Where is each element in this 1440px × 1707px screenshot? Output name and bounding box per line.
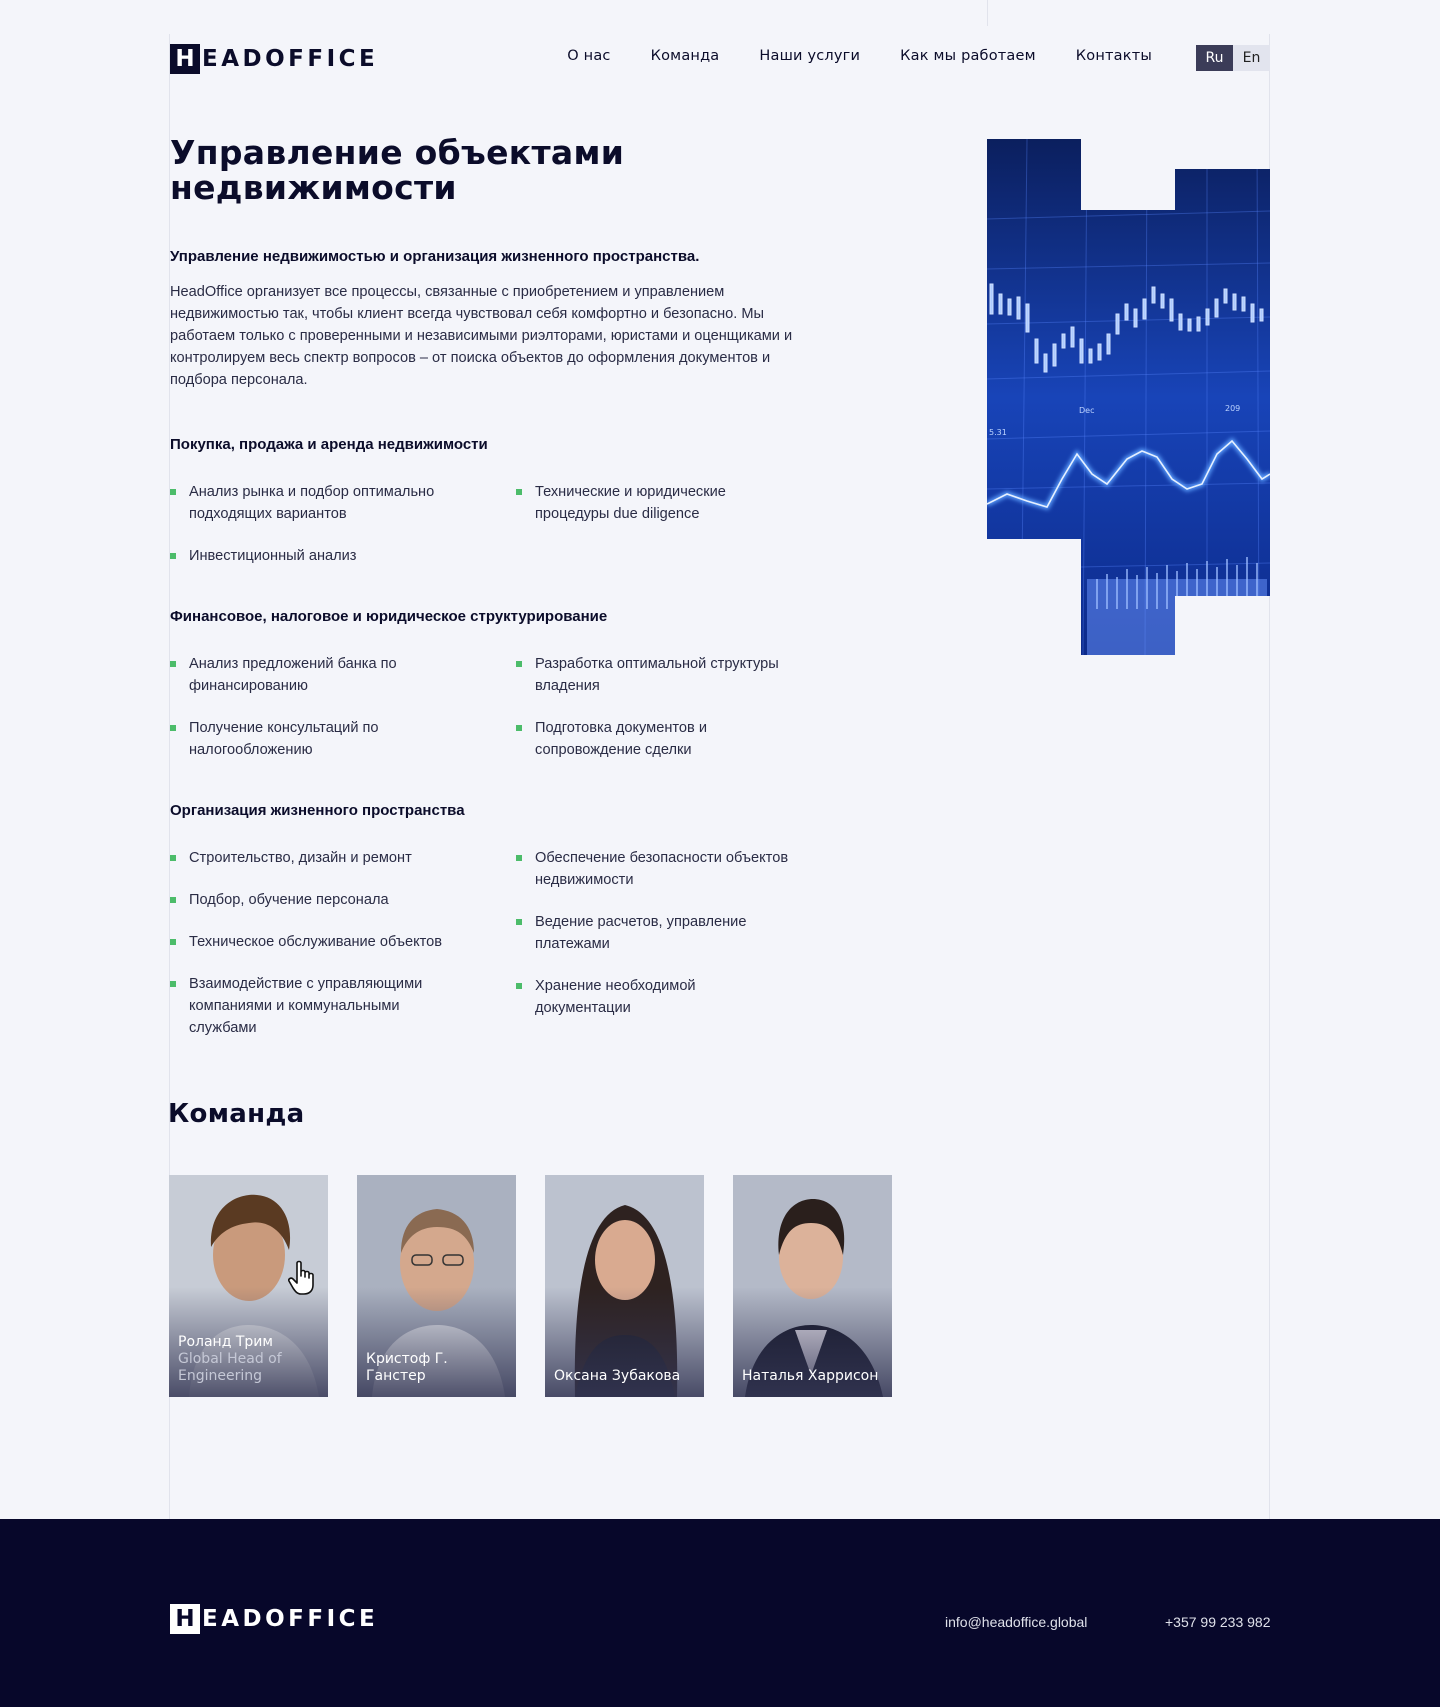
member-name: Наталья Харрисон xyxy=(742,1368,879,1384)
logo-text: EADOFFICE xyxy=(202,1606,379,1632)
main-content: Управление объектами недвижимости Управл… xyxy=(170,135,890,1039)
list-item: Техническое обслуживание объектов xyxy=(170,931,516,953)
list-item: Подбор, обучение персонала xyxy=(170,889,516,911)
footer-phone-link[interactable]: +357 99 233 982 xyxy=(1165,1614,1271,1630)
hand-cursor-icon xyxy=(288,1260,314,1295)
bullet-icon xyxy=(516,983,522,989)
bullet-icon xyxy=(170,553,176,559)
list-item: Получение консультаций по налогообложени… xyxy=(170,717,516,761)
bullet-icon xyxy=(516,489,522,495)
page-title: Управление объектами недвижимости xyxy=(170,133,625,207)
list-item: Подготовка документов и сопровождение сд… xyxy=(516,717,816,761)
bullet-icon xyxy=(170,981,176,987)
bullet-icon xyxy=(516,725,522,731)
member-name: Кристоф Г. Ганстер xyxy=(366,1351,448,1384)
bullet-icon xyxy=(516,661,522,667)
nav-how-we-work[interactable]: Как мы работаем xyxy=(900,48,1036,64)
member-name: Оксана Зубакова xyxy=(554,1368,681,1384)
list-item: Анализ рынка и подбор оптимально подходя… xyxy=(170,481,516,525)
list-item: Обеспечение безопасности объектов недвиж… xyxy=(516,847,816,891)
team-card[interactable]: Наталья Харрисон xyxy=(733,1175,892,1397)
team-grid: Роланд Трим Global Head of Engineering К… xyxy=(169,1175,892,1397)
logo-text: EADOFFICE xyxy=(202,46,379,72)
section-structuring: Финансовое, налоговое и юридическое стру… xyxy=(170,608,890,761)
list-item: Хранение необходимой документации xyxy=(516,975,816,1019)
bullet-icon xyxy=(170,725,176,731)
chart-label-month: Dec xyxy=(1079,406,1094,415)
section-title: Организация жизненного пространства xyxy=(170,802,465,819)
site-header: H EADOFFICE О нас Команда Наши услуги Ка… xyxy=(170,40,1270,76)
footer-email-link[interactable]: info@headoffice.global xyxy=(945,1614,1087,1630)
logo-mark: H xyxy=(170,1604,200,1634)
bullet-icon xyxy=(170,661,176,667)
bullet-icon xyxy=(516,855,522,861)
list-item: Инвестиционный анализ xyxy=(170,545,516,567)
list-item: Технические и юридические процедуры due … xyxy=(516,481,816,525)
nav-contacts[interactable]: Контакты xyxy=(1076,48,1152,64)
list-item: Разработка оптимальной структуры владени… xyxy=(516,653,816,697)
nav-services[interactable]: Наши услуги xyxy=(759,48,860,64)
lead-text: Управление недвижимостью и организация ж… xyxy=(170,248,700,265)
member-name: Роланд Трим Global Head of Engineering xyxy=(178,1334,323,1385)
bullet-icon xyxy=(170,939,176,945)
nav-team[interactable]: Команда xyxy=(651,48,720,64)
bullet-icon xyxy=(170,855,176,861)
team-card[interactable]: Оксана Зубакова xyxy=(545,1175,704,1397)
bullet-icon xyxy=(516,919,522,925)
team-card[interactable]: Кристоф Г. Ганстер xyxy=(357,1175,516,1397)
section-title: Финансовое, налоговое и юридическое стру… xyxy=(170,608,608,625)
chart-label-price: 5.31 xyxy=(989,428,1007,437)
grid-line-top xyxy=(987,0,988,26)
list-item: Строительство, дизайн и ремонт xyxy=(170,847,516,869)
site-footer: H EADOFFICE info@headoffice.global +357 … xyxy=(0,1519,1440,1707)
section-title: Покупка, продажа и аренда недвижимости xyxy=(170,436,488,453)
team-title: Команда xyxy=(168,1099,305,1129)
logo[interactable]: H EADOFFICE xyxy=(170,44,378,74)
lang-ru-button[interactable]: Ru xyxy=(1196,45,1233,71)
nav-about[interactable]: О нас xyxy=(567,48,610,64)
stock-chart-image: Dec 209 5.31 xyxy=(987,139,1270,655)
footer-logo[interactable]: H EADOFFICE xyxy=(170,1604,378,1634)
list-item: Ведение расчетов, управление платежами xyxy=(516,911,816,955)
intro-text: HeadOffice организует все процессы, связ… xyxy=(170,284,793,388)
language-switcher: Ru En xyxy=(1196,45,1270,71)
section-buy-sell: Покупка, продажа и аренда недвижимости А… xyxy=(170,436,890,567)
bullet-icon xyxy=(170,897,176,903)
section-living-space: Организация жизненного пространства Стро… xyxy=(170,802,890,1039)
list-item: Взаимодействие с управляющими компаниями… xyxy=(170,973,516,1039)
logo-mark: H xyxy=(170,44,200,74)
bullet-icon xyxy=(170,489,176,495)
main-nav: О нас Команда Наши услуги Как мы работае… xyxy=(567,48,1152,64)
list-item: Анализ предложений банка по финансирован… xyxy=(170,653,516,697)
chart-label-year: 209 xyxy=(1225,404,1240,413)
lang-en-button[interactable]: En xyxy=(1233,45,1270,71)
member-role: Global Head of Engineering xyxy=(178,1351,282,1384)
